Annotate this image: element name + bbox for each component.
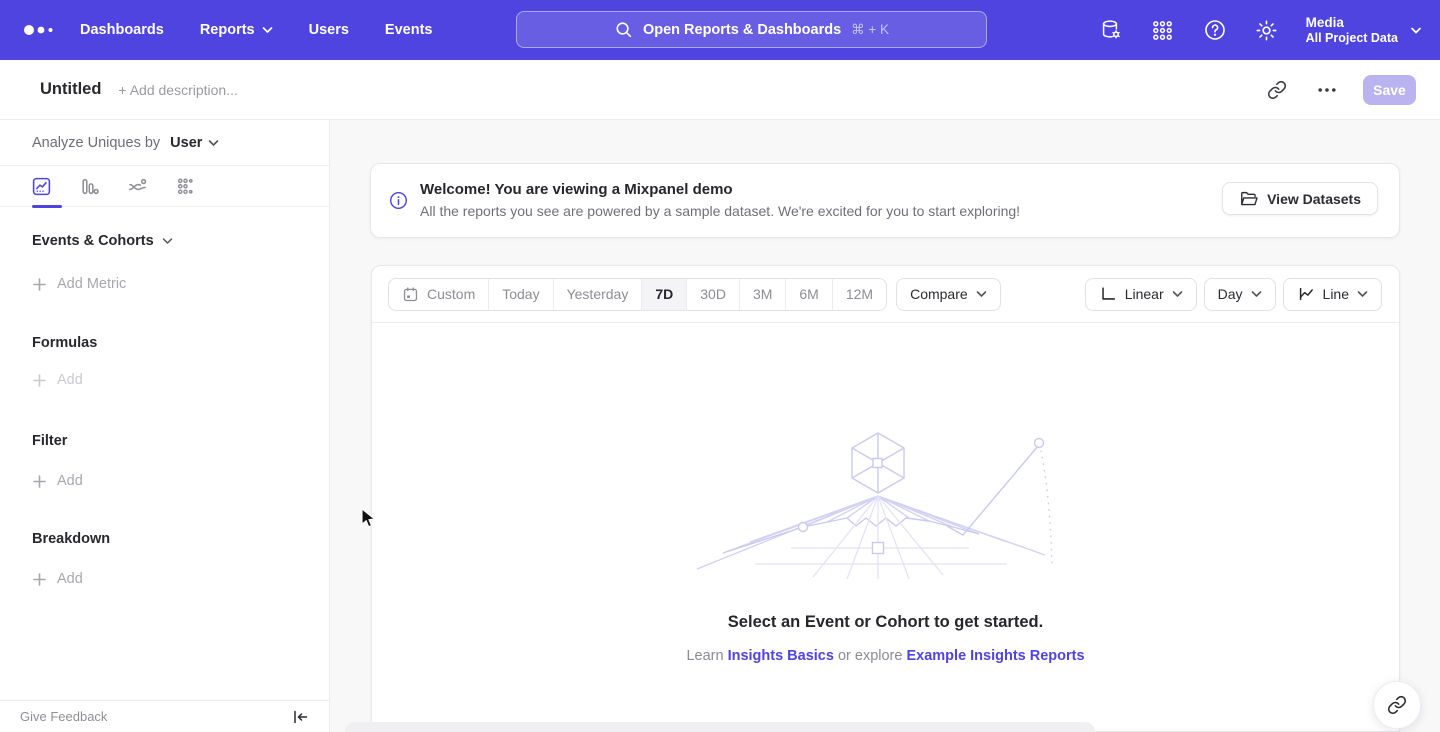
nav-item-events[interactable]: Events <box>385 22 433 38</box>
range-today[interactable]: Today <box>488 279 552 310</box>
apps-grid-icon[interactable] <box>1150 17 1176 43</box>
analyze-by-dropdown[interactable]: User <box>170 135 219 151</box>
welcome-banner: Welcome! You are viewing a Mixpanel demo… <box>370 163 1400 238</box>
add-breakdown-button[interactable]: Add <box>0 571 329 587</box>
query-builder-sidebar: Analyze Uniques by User <box>0 120 330 732</box>
chevron-down-icon <box>1251 290 1262 298</box>
report-header: Untitled + Add description... Save <box>0 60 1440 120</box>
chart-toolbar: Custom Today Yesterday 7D 30D 3M 6M 12M … <box>372 266 1399 323</box>
interval-dropdown[interactable]: Day <box>1204 278 1276 311</box>
welcome-subtitle: All the reports you see are powered by a… <box>420 201 1020 222</box>
floating-copy-link-button[interactable] <box>1373 681 1421 729</box>
compare-dropdown[interactable]: Compare <box>896 278 1001 311</box>
formulas-label: Formulas <box>0 335 329 351</box>
tab-bar-chart[interactable] <box>76 173 102 199</box>
project-scope: All Project Data <box>1306 31 1398 46</box>
breakdown-label: Breakdown <box>0 531 329 547</box>
settings-gear-icon[interactable] <box>1254 17 1280 43</box>
analyze-uniques-label: Analyze Uniques by <box>32 135 160 151</box>
range-custom[interactable]: Custom <box>389 279 488 310</box>
chevron-down-icon <box>262 26 273 34</box>
insights-basics-link[interactable]: Insights Basics <box>728 648 834 664</box>
active-tab-indicator <box>32 205 62 208</box>
search-placeholder: Open Reports & Dashboards <box>643 22 841 38</box>
date-range-control: Custom Today Yesterday 7D 30D 3M 6M 12M <box>388 278 887 311</box>
plus-icon <box>33 573 46 586</box>
view-datasets-button[interactable]: View Datasets <box>1222 182 1378 215</box>
empty-state-headline: Select an Event or Cohort to get started… <box>371 613 1400 632</box>
chevron-down-icon <box>208 139 219 147</box>
save-button[interactable]: Save <box>1363 75 1416 105</box>
plus-icon <box>33 374 46 387</box>
line-chart-icon <box>1297 285 1315 303</box>
report-description-placeholder[interactable]: + Add description... <box>118 82 237 98</box>
nav-item-reports[interactable]: Reports <box>200 22 273 38</box>
nav-item-users[interactable]: Users <box>309 22 349 38</box>
range-7d[interactable]: 7D <box>641 279 686 310</box>
chevron-down-icon <box>162 237 173 245</box>
search-icon <box>614 20 633 39</box>
sidebar-footer: Give Feedback <box>0 700 330 732</box>
chevron-down-icon <box>976 290 987 298</box>
plus-icon <box>33 278 46 291</box>
copy-link-icon[interactable] <box>1263 76 1291 104</box>
range-3m[interactable]: 3M <box>739 279 785 310</box>
filter-label: Filter <box>0 433 329 449</box>
top-navbar: Dashboards Reports Users Events Open Rep… <box>0 0 1440 60</box>
data-management-icon[interactable] <box>1098 17 1124 43</box>
folder-icon <box>1239 190 1258 207</box>
calendar-icon <box>402 286 419 303</box>
collapse-sidebar-icon[interactable] <box>292 709 309 725</box>
info-icon <box>389 191 408 210</box>
linear-axes-icon <box>1099 285 1117 303</box>
project-switcher[interactable]: Media All Project Data <box>1306 14 1422 46</box>
range-12m[interactable]: 12M <box>832 279 886 310</box>
empty-state-illustration <box>695 421 1075 579</box>
data-table-panel-edge[interactable] <box>345 722 1095 732</box>
range-yesterday[interactable]: Yesterday <box>553 279 642 310</box>
empty-state-subtext: Learn Insights Basics or explore Example… <box>371 648 1400 664</box>
search-shortcut: ⌘ + K <box>851 22 889 38</box>
add-formula-button[interactable]: Add <box>0 372 329 388</box>
chart-type-dropdown[interactable]: Line <box>1283 278 1382 311</box>
more-options-icon[interactable] <box>1313 76 1341 104</box>
add-metric-button[interactable]: Add Metric <box>0 276 329 292</box>
tab-retention-grid[interactable] <box>172 173 198 199</box>
give-feedback-link[interactable]: Give Feedback <box>20 709 107 724</box>
scale-dropdown[interactable]: Linear <box>1085 278 1197 311</box>
global-search-bar[interactable]: Open Reports & Dashboards ⌘ + K <box>516 11 987 48</box>
welcome-title: Welcome! You are viewing a Mixpanel demo <box>420 179 1020 200</box>
report-title[interactable]: Untitled <box>40 80 101 99</box>
nav-item-dashboards[interactable]: Dashboards <box>80 22 164 38</box>
events-cohorts-section-header[interactable]: Events & Cohorts <box>0 233 329 249</box>
tab-flows[interactable] <box>124 173 150 199</box>
chevron-down-icon <box>1410 26 1422 35</box>
range-6m[interactable]: 6M <box>785 279 831 310</box>
tab-insights-chart[interactable] <box>28 173 54 199</box>
example-insights-reports-link[interactable]: Example Insights Reports <box>906 648 1084 664</box>
plus-icon <box>33 475 46 488</box>
add-filter-button[interactable]: Add <box>0 473 329 489</box>
chevron-down-icon <box>1172 290 1183 298</box>
help-icon[interactable] <box>1202 17 1228 43</box>
range-30d[interactable]: 30D <box>686 279 739 310</box>
chevron-down-icon <box>1357 290 1368 298</box>
mixpanel-logo-icon[interactable] <box>22 23 58 37</box>
project-name: Media <box>1306 14 1398 31</box>
